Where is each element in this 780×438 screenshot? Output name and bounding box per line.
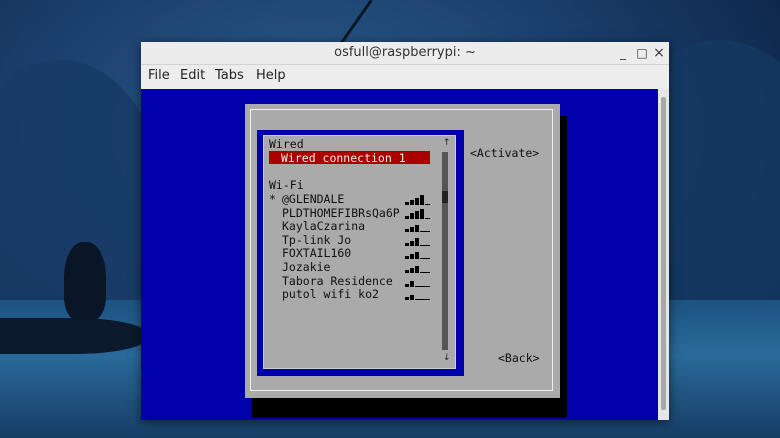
title-bar[interactable]: osfull@raspberrypi: ~ _ □ × [141,42,669,65]
signal-strength-icon [405,261,430,273]
terminal-scroll-thumb[interactable] [661,97,666,410]
wired-section-header: Wired [269,137,304,151]
wifi-network-item[interactable]: FOXTAIL160 [282,246,351,260]
connection-list[interactable]: Wired Wired connection 1 Wi-Fi * @GLENDAL… [263,135,456,369]
wifi-network-item[interactable]: Tabora Residence [282,274,393,288]
wifi-active-marker: * [269,192,276,206]
menu-help[interactable]: Help [256,68,286,83]
wifi-network-item[interactable]: Jozakie [282,260,330,274]
signal-strength-icon [405,193,430,205]
signal-strength-icon [405,207,430,219]
boat [0,318,150,354]
wifi-network-item[interactable]: @GLENDALE [282,192,344,206]
window-title: osfull@raspberrypi: ~ [334,45,476,60]
terminal-scrollbar[interactable] [658,89,669,420]
wifi-network-item[interactable]: PLDTHOMEFIBRsQa6P [282,206,400,220]
wifi-network-item[interactable]: KaylaCzarina [282,219,365,233]
wifi-network-item[interactable]: putol wifi ko2 [282,287,379,301]
signal-strength-icon [405,275,430,287]
wifi-network-item[interactable]: Tp-link Jo [282,233,351,247]
terminal-area[interactable]: Wired Wired connection 1 Wi-Fi * @GLENDAL… [141,89,658,420]
menu-file[interactable]: File [148,68,170,83]
menu-edit[interactable]: Edit [180,68,205,83]
back-button[interactable]: <Back> [498,351,540,365]
signal-strength-icon [405,247,430,260]
list-scrollbar[interactable] [442,152,448,350]
menu-bar: File Edit Tabs Help [141,65,669,88]
minimize-button[interactable]: _ [615,45,631,61]
signal-strength-icon [405,220,430,233]
signal-strength-icon [405,234,430,246]
terminal-window: osfull@raspberrypi: ~ _ □ × File Edit Ta… [141,42,669,420]
list-scroll-thumb[interactable] [442,191,448,203]
close-button[interactable]: × [651,45,667,61]
scroll-up-icon[interactable]: ↑ [443,138,451,148]
nmtui-dialog: Wired Wired connection 1 Wi-Fi * @GLENDAL… [245,104,560,398]
scroll-down-icon[interactable]: ↓ [443,353,451,363]
wifi-section-header: Wi-Fi [269,178,304,192]
wired-connection-item[interactable]: Wired connection 1 [269,151,430,165]
signal-strength-icon [405,288,430,301]
activate-button[interactable]: <Activate> [470,146,539,160]
maximize-button[interactable]: □ [634,45,650,61]
cormorant [64,242,106,320]
menu-tabs[interactable]: Tabs [215,68,244,83]
connection-list-border: Wired Wired connection 1 Wi-Fi * @GLENDAL… [257,130,464,376]
